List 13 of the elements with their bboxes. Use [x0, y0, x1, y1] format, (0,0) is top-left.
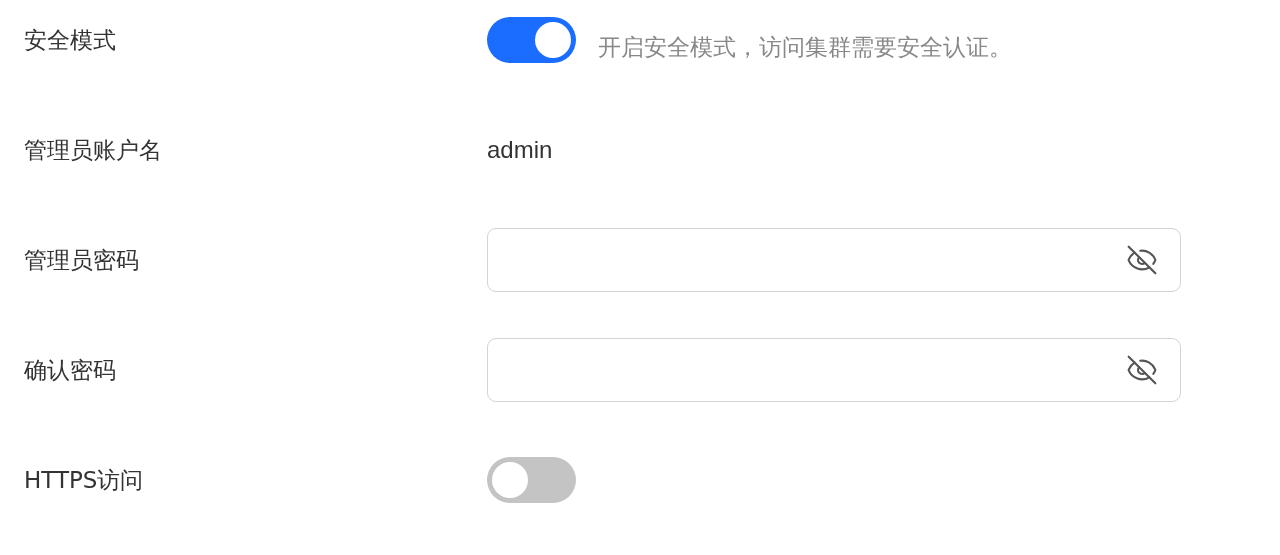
- password-field[interactable]: [487, 228, 1181, 292]
- eye-off-icon[interactable]: [1126, 354, 1158, 386]
- field-label: HTTPS访问: [24, 465, 145, 495]
- toggle-switch[interactable]: [487, 17, 576, 63]
- field-label: 管理员密码: [24, 245, 140, 275]
- field-label: 管理员账户名: [24, 135, 163, 165]
- field-label: 确认密码: [24, 355, 117, 385]
- hint-text: 开启安全模式，访问集群需要安全认证。: [598, 32, 1012, 62]
- field-label: 安全模式: [24, 25, 117, 55]
- password-field[interactable]: [487, 338, 1181, 402]
- eye-off-icon[interactable]: [1126, 244, 1158, 276]
- toggle-switch[interactable]: [487, 457, 576, 503]
- field-value: admin: [487, 136, 554, 164]
